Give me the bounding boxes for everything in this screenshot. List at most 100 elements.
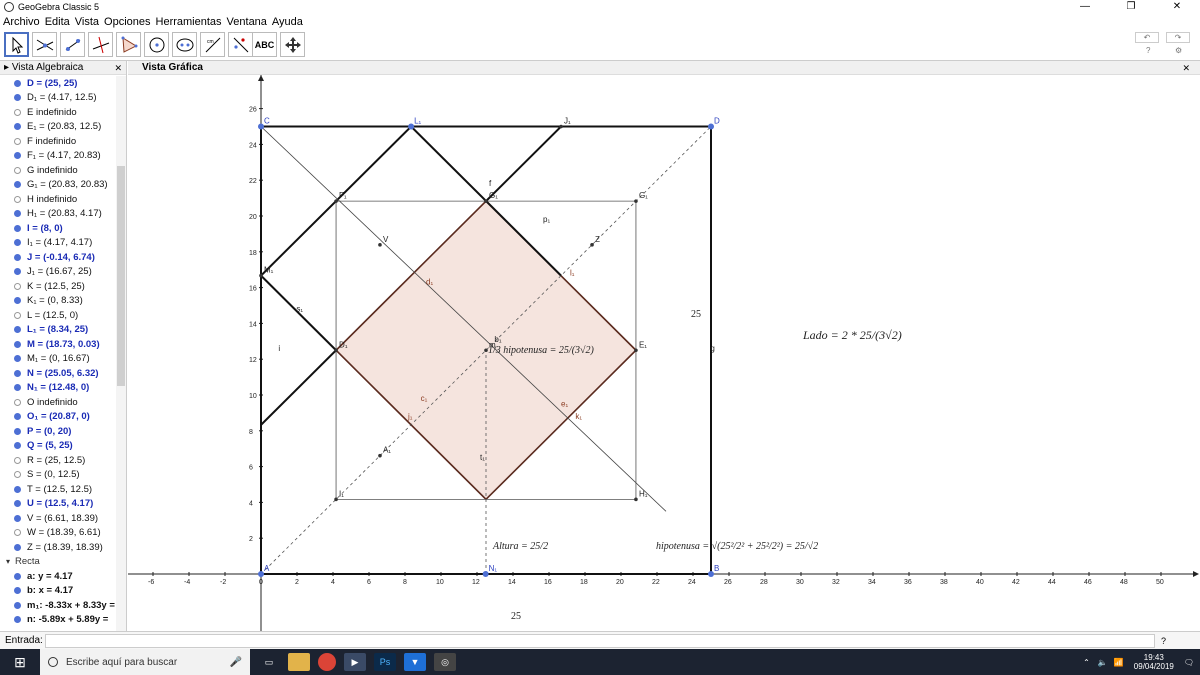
visibility-toggle-icon[interactable] — [14, 456, 21, 464]
segment-j1[interactable] — [485, 125, 562, 202]
graphics-canvas[interactable]: -6 -4 -2 0 2 4 6 8 10 12 14 16 18 20 22 24 26 28 30 32 34 36 3… — [128, 61, 1200, 631]
category-recta[interactable]: ▾ Recta — [0, 555, 116, 570]
algebra-item[interactable]: H₁ = (20.83, 4.17) — [0, 207, 116, 222]
algebra-item[interactable]: E₁ = (20.83, 12.5) — [0, 120, 116, 135]
algebra-item[interactable]: H indefinido — [0, 192, 116, 207]
taskbar-search[interactable]: Escribe aquí para buscar 🎤 — [40, 649, 250, 675]
tray-chevron-icon[interactable]: ⌃ — [1083, 658, 1090, 667]
point-marker[interactable] — [634, 199, 638, 203]
visibility-toggle-icon[interactable] — [14, 398, 21, 406]
close-graphics-button[interactable]: ✕ — [1182, 61, 1190, 75]
expand-icon[interactable]: ▾ — [6, 557, 10, 566]
photoshop-icon[interactable]: Ps — [374, 653, 396, 671]
point-marker[interactable] — [634, 497, 638, 502]
conic-tool-button[interactable] — [172, 32, 197, 57]
algebra-item[interactable]: F indefinido — [0, 134, 116, 149]
menu-vista[interactable]: Vista — [75, 16, 99, 28]
visibility-toggle-icon[interactable] — [14, 108, 21, 116]
segment-k1[interactable] — [260, 349, 337, 426]
algebra-item[interactable]: T = (12.5, 12.5) — [0, 482, 116, 497]
algebra-item[interactable]: L = (12.5, 0) — [0, 308, 116, 323]
menu-herramientas[interactable]: Herramientas — [156, 16, 222, 28]
algebra-item[interactable]: G indefinido — [0, 163, 116, 178]
visibility-toggle-icon[interactable] — [14, 514, 21, 522]
algebra-item[interactable]: U = (12.5, 4.17) — [0, 497, 116, 512]
algebra-item[interactable]: M = (18.73, 0.03) — [0, 337, 116, 352]
file-explorer-icon[interactable] — [288, 653, 310, 671]
visibility-toggle-icon[interactable] — [14, 485, 21, 493]
chrome-icon[interactable] — [318, 653, 336, 671]
point-marker[interactable] — [334, 497, 338, 502]
visibility-toggle-icon[interactable] — [14, 268, 21, 276]
media-player-icon[interactable]: ▶ — [344, 653, 366, 671]
network-icon[interactable]: 📶 — [1114, 658, 1124, 667]
maximize-button[interactable]: ❐ — [1108, 0, 1154, 13]
algebra-item[interactable]: J = (-0.14, 6.74) — [0, 250, 116, 265]
notifications-icon[interactable]: 🗨 — [1184, 658, 1194, 667]
visibility-toggle-icon[interactable] — [14, 543, 21, 551]
visibility-toggle-icon[interactable] — [14, 369, 21, 377]
line-tool-button[interactable] — [60, 32, 85, 57]
close-algebra-button[interactable]: ✕ — [114, 61, 122, 75]
minimize-button[interactable]: — — [1062, 0, 1108, 13]
visibility-toggle-icon[interactable] — [14, 311, 21, 319]
algebra-item[interactable]: P = (0, 20) — [0, 424, 116, 439]
graphics-view[interactable]: -6 -4 -2 0 2 4 6 8 10 12 14 16 18 20 22 24 26 28 30 32 34 36 3… — [128, 61, 1200, 631]
algebra-item[interactable]: V = (6.61, 18.39) — [0, 511, 116, 526]
microphone-icon[interactable]: 🎤 — [230, 657, 242, 668]
point-marker[interactable] — [484, 199, 488, 203]
visibility-toggle-icon[interactable] — [14, 224, 21, 232]
text-tool-button[interactable]: ABC — [252, 32, 277, 57]
undo-button[interactable]: ↶ — [1135, 32, 1159, 43]
algebra-item[interactable]: E indefinido — [0, 105, 116, 120]
visibility-toggle-icon[interactable] — [14, 413, 21, 421]
visibility-toggle-icon[interactable] — [14, 152, 21, 160]
algebra-item[interactable]: M₁ = (0, 16.67) — [0, 352, 116, 367]
visibility-toggle-icon[interactable] — [14, 340, 21, 348]
point-marker[interactable] — [378, 243, 382, 247]
visibility-toggle-icon[interactable] — [14, 79, 21, 87]
help-icon[interactable]: ? — [1146, 46, 1150, 55]
input-help-icon[interactable]: ? — [1161, 636, 1166, 646]
polygon-tool-button[interactable] — [116, 32, 141, 57]
algebra-item[interactable]: I = (8, 0) — [0, 221, 116, 236]
geogebra-taskbar-icon[interactable]: ◎ — [434, 653, 456, 671]
algebra-line-item[interactable]: n: -5.89x + 5.89y = — [0, 613, 116, 628]
windows-start-icon[interactable]: ⊞ — [0, 654, 40, 671]
point-marker[interactable] — [378, 453, 382, 458]
algebra-item[interactable]: N = (25.05, 6.32) — [0, 366, 116, 381]
move-view-tool-button[interactable] — [280, 32, 305, 57]
visibility-toggle-icon[interactable] — [14, 355, 21, 363]
clock[interactable]: 19:43 09/04/2019 — [1134, 653, 1174, 671]
point-marker[interactable] — [559, 124, 563, 129]
algebra-item[interactable]: F₁ = (4.17, 20.83) — [0, 149, 116, 164]
visibility-toggle-icon[interactable] — [14, 253, 21, 261]
visibility-toggle-icon[interactable] — [14, 239, 21, 247]
move-tool-button[interactable] — [4, 32, 29, 57]
algebra-line-item[interactable]: a: y = 4.17 — [0, 569, 116, 584]
menu-edita[interactable]: Edita — [45, 16, 70, 28]
algebra-item[interactable]: D₁ = (4.17, 12.5) — [0, 91, 116, 106]
algebra-line-item[interactable]: m₁: -8.33x + 8.33y = — [0, 598, 116, 613]
algebra-item[interactable]: J₁ = (16.67, 25) — [0, 265, 116, 280]
point-marker[interactable] — [259, 273, 263, 278]
algebra-item[interactable]: G₁ = (20.83, 20.83) — [0, 178, 116, 193]
algebra-item[interactable]: K = (12.5, 25) — [0, 279, 116, 294]
visibility-toggle-icon[interactable] — [14, 384, 21, 392]
circle-tool-button[interactable] — [144, 32, 169, 57]
algebra-item[interactable]: R = (25, 12.5) — [0, 453, 116, 468]
visibility-toggle-icon[interactable] — [14, 471, 21, 479]
point-tool-button[interactable] — [32, 32, 57, 57]
algebra-scrollbar[interactable] — [116, 76, 126, 631]
algebra-item[interactable]: O indefinido — [0, 395, 116, 410]
visibility-toggle-icon[interactable] — [14, 195, 21, 203]
point-marker[interactable] — [334, 348, 338, 353]
scrollbar-thumb[interactable] — [117, 166, 125, 386]
visibility-toggle-icon[interactable] — [14, 529, 21, 537]
visibility-toggle-icon[interactable] — [14, 282, 21, 290]
algebra-item[interactable]: W = (18.39, 6.61) — [0, 526, 116, 541]
reflect-tool-button[interactable] — [228, 32, 253, 57]
visibility-toggle-icon[interactable] — [14, 442, 21, 450]
angle-tool-button[interactable]: cm — [200, 32, 225, 57]
menu-archivo[interactable]: Archivo — [3, 16, 40, 28]
